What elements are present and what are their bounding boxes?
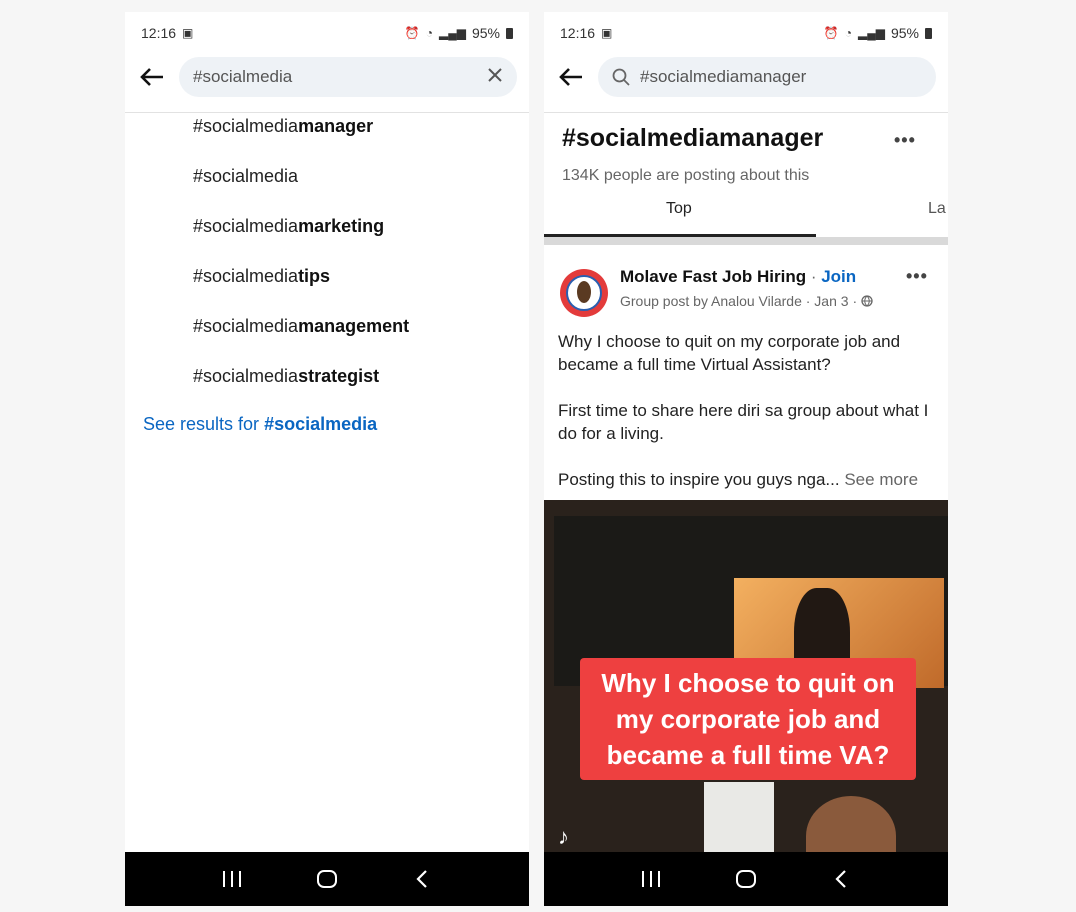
video-caption-text: Why I choose to quit on my corporate job… xyxy=(601,668,895,770)
search-bar-row: #socialmediamanager xyxy=(544,52,948,102)
battery-icon xyxy=(925,27,932,39)
suggestion-item[interactable]: #socialmediamanager xyxy=(193,116,373,137)
status-time: 12:16 xyxy=(141,25,177,41)
search-input-value: #socialmediamanager xyxy=(640,67,807,86)
back-arrow-icon[interactable] xyxy=(137,62,167,92)
status-bar: 12:16 ▣ ⏰ ◔ ▂▄▆ 95% xyxy=(125,12,529,54)
post-author-line: Molave Fast Job Hiring · Join xyxy=(620,267,856,287)
join-button[interactable]: Join xyxy=(821,267,856,286)
post-body: Why I choose to quit on my corporate job… xyxy=(558,330,934,491)
alarm-icon: ⏰ xyxy=(823,26,839,40)
android-nav-bar xyxy=(125,852,529,906)
nav-back-icon[interactable] xyxy=(402,859,442,899)
suggestion-item[interactable]: #socialmediatips xyxy=(193,266,330,287)
suggestion-prefix: #socialmedia xyxy=(193,266,299,286)
avatar-photo xyxy=(577,281,591,303)
video-person xyxy=(806,796,896,852)
post-author[interactable]: Molave Fast Job Hiring xyxy=(620,267,806,286)
hashtag-feed-screen: 12:16 ▣ ⏰ ◔ ▂▄▆ 95% #socialmediamanager … xyxy=(544,12,948,906)
tab-top[interactable]: Top xyxy=(666,200,692,218)
wifi-icon: ◔ xyxy=(844,26,852,40)
search-icon xyxy=(612,68,630,86)
header-divider xyxy=(544,112,948,113)
suggestion-prefix: #socialmedia xyxy=(193,366,299,386)
gallery-icon: ▣ xyxy=(182,26,194,40)
android-nav-bar xyxy=(544,852,948,906)
post-video[interactable]: Why I choose to quit on my corporate job… xyxy=(544,500,948,852)
avatar-ring xyxy=(566,275,602,311)
hashtag-subtitle: 134K people are posting about this xyxy=(562,167,810,184)
home-icon[interactable] xyxy=(726,859,766,899)
battery-percent: 95% xyxy=(471,25,500,41)
suggestion-item[interactable]: #socialmediamanagement xyxy=(193,316,409,337)
post-meta: Group post by Analou Vilarde · Jan 3 · xyxy=(620,293,873,309)
post-meta-text: Group post by Analou Vilarde · Jan 3 · xyxy=(620,293,858,309)
globe-icon xyxy=(861,293,873,309)
tiktok-icon: ♪ xyxy=(558,824,569,849)
more-icon[interactable]: ••• xyxy=(894,130,916,151)
post-last-line: Posting this to inspire you guys nga... … xyxy=(558,468,934,491)
wifi-icon: ◔ xyxy=(425,26,433,40)
hashtag-title: #socialmediamanager xyxy=(562,124,824,152)
home-icon[interactable] xyxy=(307,859,347,899)
gallery-icon: ▣ xyxy=(601,26,613,40)
battery-icon xyxy=(506,27,513,39)
suggestion-item[interactable]: #socialmediastrategist xyxy=(193,366,379,387)
suggestion-bold: management xyxy=(298,316,410,336)
post-paragraph: First time to share here diri sa group a… xyxy=(558,401,929,443)
suggestion-bold: marketing xyxy=(298,216,385,236)
search-suggestions-screen: 12:16 ▣ ⏰ ◔ ▂▄▆ 95% #socialmedia #social… xyxy=(125,12,529,906)
status-bar: 12:16 ▣ ⏰ ◔ ▂▄▆ 95% xyxy=(544,12,948,54)
nav-back-icon[interactable] xyxy=(821,859,861,899)
search-input-value: #socialmedia xyxy=(193,67,293,86)
see-results-hashtag: #socialmedia xyxy=(264,414,378,434)
signal-icon: ▂▄▆ xyxy=(439,26,466,40)
suggestion-bold: tips xyxy=(298,266,331,286)
author-separator: · xyxy=(806,267,822,286)
tab-latest[interactable]: La xyxy=(928,200,946,218)
suggestion-prefix: #socialmedia xyxy=(193,166,299,186)
see-results-prefix: See results for xyxy=(143,414,265,434)
status-time: 12:16 xyxy=(560,25,596,41)
avatar[interactable] xyxy=(560,269,608,317)
suggestion-prefix: #socialmedia xyxy=(193,216,299,236)
search-input[interactable]: #socialmedia xyxy=(179,57,517,97)
see-more-link[interactable]: See more xyxy=(844,470,918,489)
post-more-icon[interactable]: ••• xyxy=(906,266,928,287)
suggestion-item[interactable]: #socialmediamarketing xyxy=(193,216,384,237)
back-arrow-icon[interactable] xyxy=(556,62,586,92)
signal-icon: ▂▄▆ xyxy=(858,26,885,40)
suggestion-prefix: #socialmedia xyxy=(193,316,299,336)
close-icon[interactable] xyxy=(487,67,503,88)
suggestion-bold: strategist xyxy=(298,366,380,386)
header-divider xyxy=(125,112,529,113)
suggestion-bold: manager xyxy=(298,116,374,136)
alarm-icon: ⏰ xyxy=(404,26,420,40)
recent-apps-icon[interactable] xyxy=(631,859,671,899)
see-results-link[interactable]: See results for #socialmedia xyxy=(143,414,377,435)
battery-percent: 95% xyxy=(890,25,919,41)
recent-apps-icon[interactable] xyxy=(212,859,252,899)
suggestion-prefix: #socialmedia xyxy=(193,116,299,136)
suggestion-item[interactable]: #socialmedia xyxy=(193,166,298,187)
search-input[interactable]: #socialmediamanager xyxy=(598,57,936,97)
post-truncated-text: Posting this to inspire you guys nga... xyxy=(558,470,840,489)
search-bar-row: #socialmedia xyxy=(125,52,529,102)
video-caption: Why I choose to quit on my corporate job… xyxy=(580,658,916,780)
section-separator xyxy=(544,237,948,245)
video-paper xyxy=(704,782,774,852)
post-paragraph: Why I choose to quit on my corporate job… xyxy=(558,332,901,374)
